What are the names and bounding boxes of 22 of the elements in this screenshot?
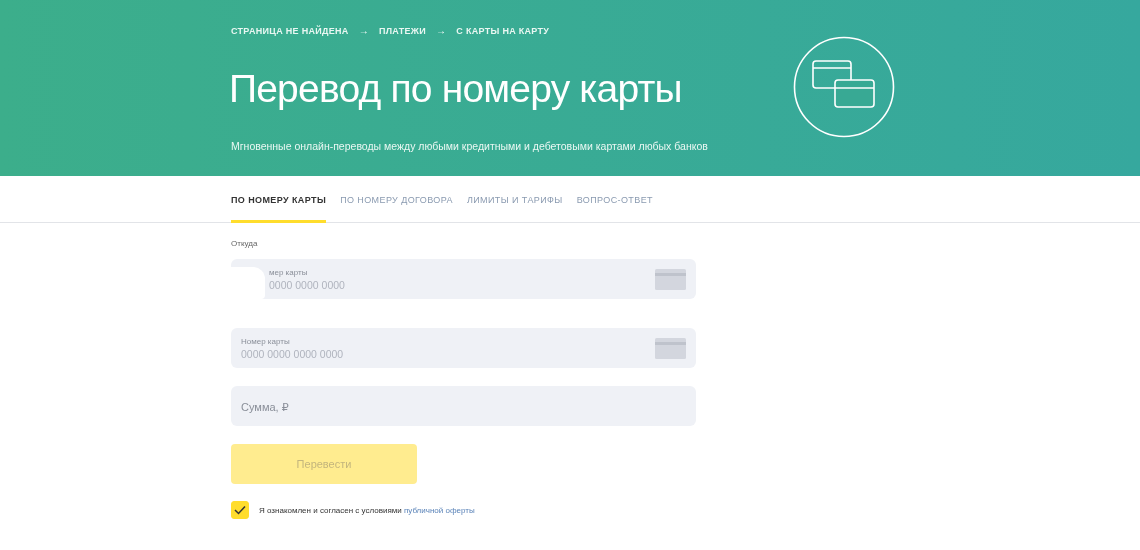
- tab[interactable]: ПО НОМЕРУ ДОГОВОРА: [340, 176, 453, 223]
- checkmark-icon: [234, 505, 246, 515]
- card-number-field[interactable]: мер карты 0000 0000 0000: [231, 259, 696, 299]
- card-number-field[interactable]: Номер карты 0000 0000 0000 0000: [231, 328, 696, 368]
- offer-link[interactable]: публичной оферты: [403, 505, 475, 515]
- card-icon: [655, 268, 686, 290]
- card-icon: [655, 337, 686, 359]
- page-title: Перевод по номеру карты: [229, 66, 683, 112]
- tab[interactable]: ПО НОМЕРУ КАРТЫ: [231, 176, 327, 223]
- field-label: Откуда: [231, 239, 259, 248]
- breadcrumb-separator: →: [358, 25, 369, 36]
- cards-icon: [793, 36, 895, 138]
- agreement-text: Я ознакомлен и согласен с условиями публичной оферты: [259, 505, 475, 515]
- breadcrumb-link[interactable]: ПЛАТЕЖИ: [378, 25, 426, 36]
- tab[interactable]: ЛИМИТЫ И ТАРИФЫ: [466, 176, 563, 223]
- breadcrumb-link[interactable]: С КАРТЫ НА КАРТУ: [456, 25, 550, 36]
- breadcrumb-link[interactable]: СТРАНИЦА НЕ НАЙДЕНА: [231, 25, 349, 36]
- amount-field[interactable]: Сумма, ₽: [231, 386, 696, 426]
- breadcrumb-separator: →: [436, 25, 447, 36]
- agreement-checkbox[interactable]: [231, 501, 249, 519]
- page-subtitle: Мгновенные онлайн-переводы между любыми кредитными и дебетовыми картами любых банков: [231, 140, 709, 152]
- tab[interactable]: ВОПРОС-ОТВЕТ: [576, 176, 653, 223]
